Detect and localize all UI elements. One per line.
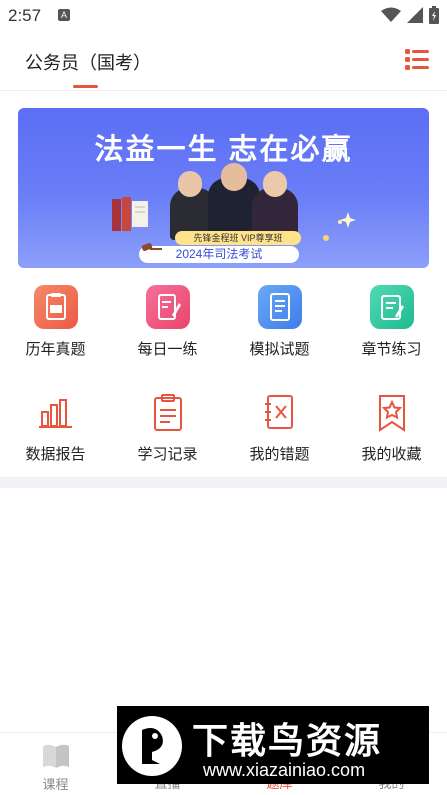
status-time: 2:57 [8, 6, 42, 25]
past-papers-icon-graphic [45, 293, 66, 320]
daily-practice-icon [145, 285, 190, 329]
grid-item-label: 章节练习 [361, 341, 422, 358]
header-bar: 公务员（国考） [0, 30, 447, 91]
favorites-icon-graphic [378, 395, 405, 432]
grid-item-label: 模拟试题 [249, 341, 310, 358]
notification-icon: A [58, 9, 70, 21]
course-book-icon [42, 744, 69, 768]
sparkle-decoration [323, 212, 356, 241]
grid-item-past-papers[interactable]: 历年真题 [0, 285, 111, 359]
exam-category-tab[interactable]: 公务员（国考） [25, 49, 151, 75]
wrong-questions-icon [258, 390, 302, 434]
grid-item-label: 我的错题 [249, 446, 310, 463]
grid-item-label: 我的收藏 [361, 446, 422, 463]
nav-item-label: 课程 [42, 777, 69, 792]
nav-item-course[interactable]: 课程 [0, 733, 111, 793]
chapter-practice-icon-graphic [380, 295, 404, 320]
data-report-icon [34, 390, 78, 434]
bird-logo-icon [142, 728, 163, 764]
grid-item-chapter-practice[interactable]: 章节练习 [336, 285, 447, 359]
grid-item-label: 数据报告 [25, 446, 86, 463]
books-illustration [112, 197, 148, 231]
watermark-logo [122, 716, 182, 776]
watermark-title: 下载鸟资源 [192, 720, 383, 761]
study-record-icon-graphic [153, 394, 182, 431]
list-menu-icon[interactable] [405, 47, 429, 71]
favorites-icon [370, 390, 414, 434]
signal-icon [407, 7, 423, 23]
wifi-icon [381, 7, 401, 22]
gavel-icon [141, 243, 162, 251]
tab-active-indicator [73, 85, 98, 88]
mock-test-icon [257, 285, 302, 329]
lecturer-face [263, 171, 287, 197]
lecturer-face [178, 171, 202, 197]
grid-item-label: 每日一练 [137, 341, 198, 358]
study-record-icon [146, 390, 190, 434]
lecturer-face [221, 163, 247, 191]
grid-item-label: 历年真题 [25, 341, 86, 358]
past-papers-icon [33, 285, 78, 329]
banner-headline: 法益一生 志在必赢 [94, 134, 353, 166]
watermark-overlay: 下载鸟资源 www.xiazainiao.com [117, 706, 429, 784]
daily-practice-icon-graphic [157, 294, 181, 320]
wrong-questions-icon-graphic [264, 395, 293, 429]
watermark-url: www.xiazainiao.com [203, 760, 366, 780]
grid-item-daily-practice[interactable]: 每日一练 [112, 285, 223, 359]
grid-item-data-report[interactable]: 数据报告 [0, 390, 111, 464]
grid-item-study-record[interactable]: 学习记录 [112, 390, 223, 464]
grid-item-favorites[interactable]: 我的收藏 [336, 390, 447, 464]
banner-class-badge: 先锋金程班 VIP尊享班 [175, 231, 301, 245]
grid-item-mock-test[interactable]: 模拟试题 [224, 285, 335, 359]
battery-icon [429, 6, 439, 24]
data-report-icon-graphic [38, 399, 72, 428]
section-divider [0, 477, 447, 488]
list-menu-icon-graphic [405, 49, 429, 70]
grid-item-label: 学习记录 [137, 446, 198, 463]
chapter-practice-icon [369, 285, 414, 329]
promo-banner[interactable]: 法益一生 志在必赢 先锋金程班 VIP尊享班 2024年司法考试 [18, 108, 429, 268]
status-icons [381, 6, 439, 24]
grid-item-wrong-questions[interactable]: 我的错题 [224, 390, 335, 464]
status-bar: 2:57 A [0, 0, 447, 30]
mock-test-icon-graphic [269, 293, 290, 321]
